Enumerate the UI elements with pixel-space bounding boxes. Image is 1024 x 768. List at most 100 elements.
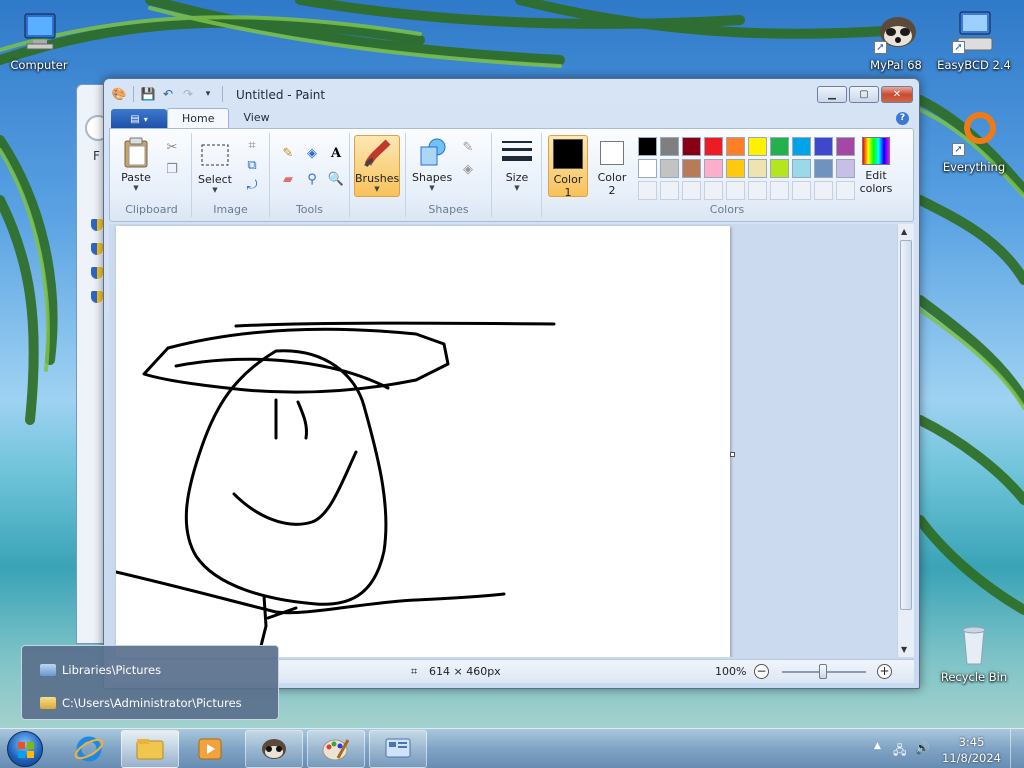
desktop-icon-recycle-bin[interactable]: Recycle Bin — [936, 620, 1012, 684]
clock[interactable]: 3:45 11/8/2024 — [942, 734, 1001, 766]
canvas-resize-handle[interactable] — [730, 452, 735, 457]
palette-swatch[interactable] — [792, 137, 811, 156]
desktop-icon-everything[interactable]: ➚ Everything — [936, 110, 1012, 174]
paint-app-icon[interactable]: 🎨 — [110, 85, 128, 103]
undo-icon[interactable]: ↶ — [159, 85, 177, 103]
vertical-scrollbar[interactable]: ▲ ▼ — [897, 224, 914, 657]
palette-swatch[interactable] — [726, 159, 745, 178]
crop-icon[interactable]: ⌗ — [242, 135, 262, 155]
copy-icon[interactable]: ❐ — [162, 159, 182, 179]
zoom-slider-thumb[interactable] — [819, 664, 827, 679]
palette-swatch[interactable] — [792, 159, 811, 178]
customize-qat-icon[interactable]: ▾ — [199, 85, 217, 103]
jump-list-item[interactable]: C:\Users\Administrator\Pictures — [40, 696, 242, 710]
taskbar-media-player[interactable] — [181, 730, 239, 768]
taskbar-mypal[interactable] — [245, 730, 303, 768]
outline-icon[interactable]: ✎ — [458, 137, 478, 157]
custom-color-slot[interactable] — [726, 181, 745, 200]
palette-swatch[interactable] — [770, 159, 789, 178]
save-icon[interactable]: 💾 — [139, 85, 157, 103]
color-1-button[interactable]: Color 1 — [548, 135, 588, 199]
custom-color-slot[interactable] — [770, 181, 789, 200]
palette-swatch[interactable] — [704, 137, 723, 156]
tab-home[interactable]: Home — [167, 108, 230, 129]
rotate-icon[interactable]: ⤾ — [242, 175, 262, 195]
redo-icon[interactable]: ↷ — [179, 85, 197, 103]
title-bar[interactable]: 🎨 💾 ↶ ↷ ▾ Untitled - Paint ▁ ▢ ✕ — [104, 79, 919, 109]
minimize-button[interactable]: ▁ — [817, 86, 847, 103]
palette-swatch[interactable] — [836, 137, 855, 156]
jump-list-item-label: Libraries\Pictures — [62, 663, 162, 677]
taskbar-internet-explorer[interactable] — [60, 730, 118, 768]
network-icon[interactable]: 🖧 — [893, 741, 906, 762]
palette-swatch[interactable] — [638, 159, 657, 178]
fill-shape-icon[interactable]: ◈ — [458, 159, 478, 179]
custom-color-slot[interactable] — [682, 181, 701, 200]
show-hidden-icons-icon[interactable]: ▲ — [874, 741, 881, 751]
custom-color-slot[interactable] — [638, 181, 657, 200]
brushes-button[interactable]: Brushes ▼ — [354, 135, 400, 197]
taskbar-control-panel[interactable] — [369, 730, 427, 768]
taskbar-paint[interactable] — [307, 730, 365, 768]
eraser-icon[interactable]: ▰ — [278, 169, 298, 189]
drawing-canvas[interactable] — [116, 226, 730, 657]
volume-icon[interactable]: 🔊 — [915, 741, 930, 755]
resize-icon[interactable]: ⧉ — [242, 155, 262, 175]
custom-color-slot[interactable] — [704, 181, 723, 200]
select-button[interactable]: Select ▼ — [196, 139, 234, 194]
jump-list-item[interactable]: Libraries\Pictures — [40, 663, 161, 677]
magnifier-icon[interactable]: 🔍 — [326, 169, 346, 189]
palette-swatch[interactable] — [638, 137, 657, 156]
palette-swatch[interactable] — [704, 159, 723, 178]
close-button[interactable]: ✕ — [881, 86, 913, 103]
canvas-workspace[interactable] — [109, 224, 898, 657]
palette-swatch[interactable] — [814, 159, 833, 178]
custom-color-slot[interactable] — [836, 181, 855, 200]
custom-color-slot[interactable] — [660, 181, 679, 200]
color-picker-icon[interactable]: ⚲ — [302, 169, 322, 189]
group-label: Shapes — [428, 203, 469, 216]
palette-swatch[interactable] — [660, 137, 679, 156]
paste-button[interactable]: Paste ▼ — [118, 137, 154, 192]
custom-color-slot[interactable] — [792, 181, 811, 200]
color-2-button[interactable]: Color 2 — [594, 135, 630, 197]
zoom-out-button[interactable]: − — [754, 664, 769, 679]
palette-swatch[interactable] — [814, 137, 833, 156]
tab-view[interactable]: View — [229, 108, 283, 129]
scroll-down-icon[interactable]: ▼ — [901, 645, 907, 654]
maximize-button[interactable]: ▢ — [849, 86, 879, 103]
help-icon[interactable]: ? — [896, 112, 909, 125]
desktop-icon-mypal[interactable]: ➚ MyPal 68 — [858, 8, 934, 72]
custom-color-slot[interactable] — [814, 181, 833, 200]
palette-swatch[interactable] — [660, 159, 679, 178]
custom-color-slot[interactable] — [748, 181, 767, 200]
shield-icon — [91, 291, 103, 303]
paint-window[interactable]: 🎨 💾 ↶ ↷ ▾ Untitled - Paint ▁ ▢ ✕ ▤ ▾ Home… — [103, 78, 920, 689]
palette-swatch[interactable] — [748, 159, 767, 178]
desktop-icon-easybcd[interactable]: ➚ EasyBCD 2.4 — [936, 8, 1012, 72]
cut-icon[interactable]: ✂ — [162, 137, 182, 157]
palette-swatch[interactable] — [748, 137, 767, 156]
shapes-button[interactable]: Shapes ▼ — [412, 137, 452, 192]
taskbar-file-explorer[interactable] — [121, 730, 179, 768]
text-tool-icon[interactable]: A — [326, 143, 346, 163]
shield-icon — [91, 267, 103, 279]
start-button[interactable] — [7, 731, 43, 767]
show-desktop-button[interactable] — [1010, 729, 1024, 768]
easybcd-icon: ➚ — [950, 8, 998, 56]
palette-swatch[interactable] — [682, 159, 701, 178]
chevron-down-icon: ▼ — [212, 186, 218, 194]
palette-swatch[interactable] — [682, 137, 701, 156]
scrollbar-thumb[interactable] — [900, 240, 912, 610]
zoom-in-button[interactable]: + — [877, 664, 892, 679]
scroll-up-icon[interactable]: ▲ — [901, 227, 907, 236]
palette-swatch[interactable] — [770, 137, 789, 156]
palette-swatch[interactable] — [836, 159, 855, 178]
edit-colors-button[interactable]: Edit colors — [856, 135, 896, 195]
palette-swatch[interactable] — [726, 137, 745, 156]
file-menu-button[interactable]: ▤ ▾ — [111, 109, 167, 129]
desktop-icon-computer[interactable]: Computer — [1, 8, 77, 72]
fill-icon[interactable]: ◈ — [302, 143, 322, 163]
size-button[interactable]: Size ▼ — [500, 137, 534, 192]
pencil-icon[interactable]: ✎ — [278, 143, 298, 163]
